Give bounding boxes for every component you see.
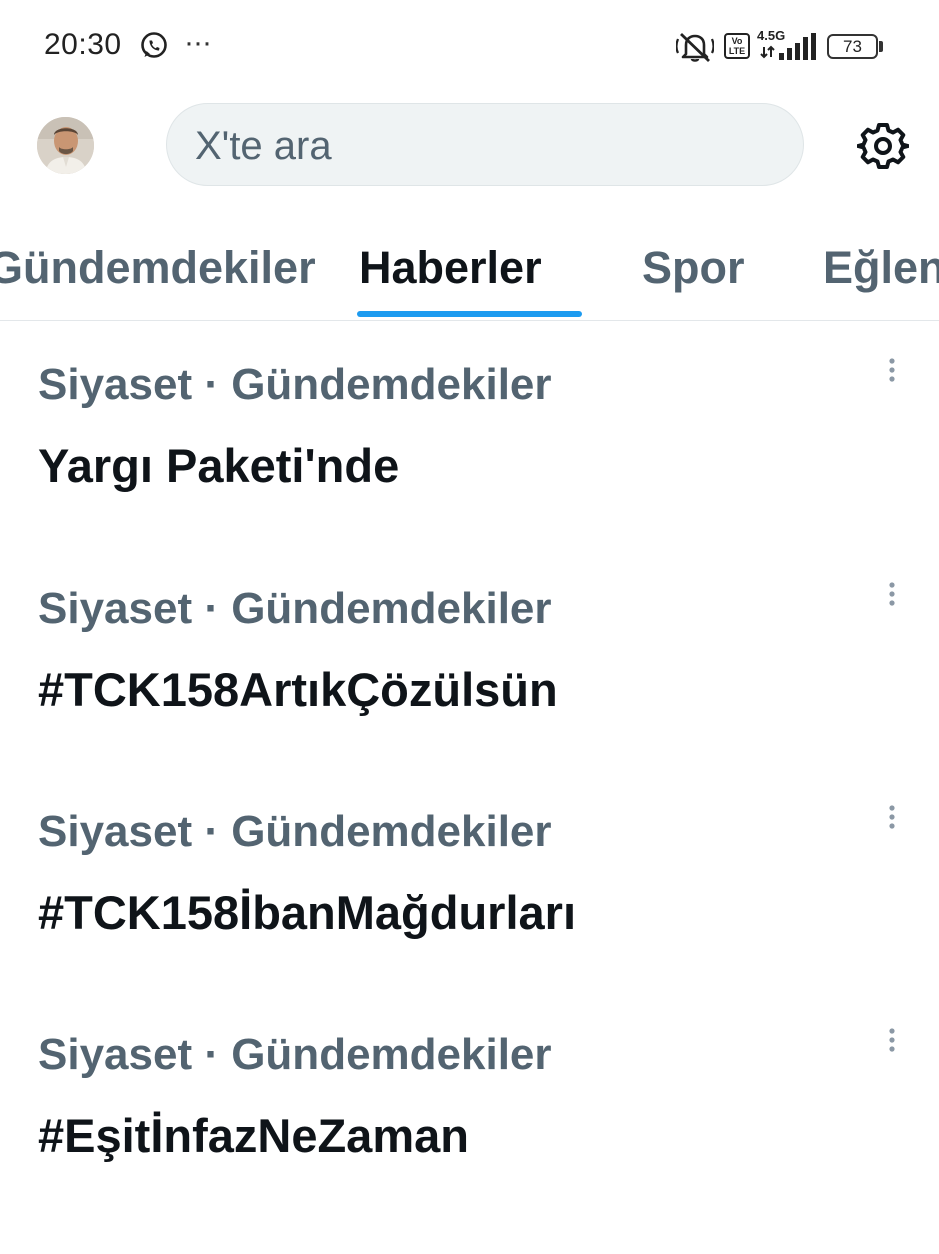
volte-icon: Vo LTE <box>724 33 750 59</box>
status-time: 20:30 <box>44 28 122 61</box>
more-options-icon[interactable] <box>882 801 902 839</box>
status-bar: 20:30 ··· Vo LTE 4.5G 73 <box>0 0 939 92</box>
active-tab-indicator <box>357 311 582 317</box>
trend-item[interactable]: Siyaset · Gündemdekiler #TCK158İbanMağdu… <box>0 805 939 1031</box>
tab-eglence[interactable]: Eğlence <box>823 242 939 294</box>
trend-context: Siyaset · Gündemdekiler <box>38 1030 552 1079</box>
trend-title: #EşitİnfazNeZaman <box>38 1109 469 1162</box>
signal-icon <box>760 33 816 60</box>
trend-context: Siyaset · Gündemdekiler <box>38 584 552 633</box>
trend-item[interactable]: Siyaset · Gündemdekiler #EşitİnfazNeZama… <box>0 1028 939 1254</box>
tab-haberler[interactable]: Haberler <box>359 242 542 294</box>
more-options-icon[interactable] <box>882 1024 902 1062</box>
avatar[interactable] <box>37 117 94 174</box>
search-input[interactable]: X'te ara <box>166 103 804 186</box>
trend-item[interactable]: Siyaset · Gündemdekiler #TCK158ArtıkÇözü… <box>0 582 939 808</box>
trend-context: Siyaset · Gündemdekiler <box>38 807 552 856</box>
more-options-icon[interactable] <box>882 578 902 616</box>
more-notifications-icon: ··· <box>184 26 212 59</box>
explore-tabs: Gündemdekiler Haberler Spor Eğlence <box>0 222 939 321</box>
trend-item[interactable]: Siyaset · Gündemdekiler Yargı Paketi'nde <box>0 358 939 584</box>
battery-nub <box>879 41 883 52</box>
trend-context: Siyaset · Gündemdekiler <box>38 360 552 409</box>
trend-title: #TCK158ArtıkÇözülsün <box>38 663 558 716</box>
battery-level: 73 <box>843 37 862 56</box>
mute-icon <box>676 32 714 63</box>
more-options-icon[interactable] <box>882 354 902 392</box>
trend-title: Yargı Paketi'nde <box>38 439 400 492</box>
tab-spor[interactable]: Spor <box>642 242 745 294</box>
avatar-image <box>37 117 94 174</box>
tab-gundemdekiler[interactable]: Gündemdekiler <box>0 242 316 294</box>
trend-title: #TCK158İbanMağdurları <box>38 886 577 939</box>
settings-gear-icon[interactable] <box>857 120 909 172</box>
whatsapp-icon <box>141 32 167 58</box>
search-placeholder: X'te ara <box>195 124 332 168</box>
battery-icon: 73 <box>827 34 878 59</box>
